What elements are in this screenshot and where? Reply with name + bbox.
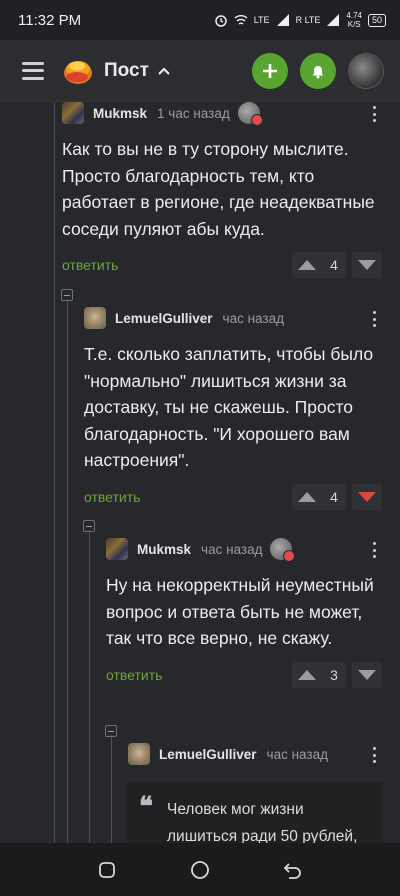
comment-actions: ответить 4: [84, 483, 382, 512]
vote-block: 4: [292, 483, 346, 510]
comments-thread: Mukmsk 1 час назад Как то вы не в ту сто…: [0, 102, 400, 843]
comment-text: Т.е. сколько заплатить, чтобы было "норм…: [84, 344, 374, 470]
user-avatar[interactable]: [106, 538, 128, 560]
upvote-icon[interactable]: [296, 668, 318, 682]
status-bar: 11:32 PM LTE R LTE 4.74 K/S 50: [0, 0, 400, 40]
vote-block: 4: [292, 252, 346, 278]
comment-author[interactable]: Mukmsk: [93, 106, 147, 121]
comment-author[interactable]: LemuelGulliver: [159, 747, 257, 762]
app-header: Пост: [0, 40, 400, 102]
comment: LemuelGulliver час назад Т.е. сколько за…: [84, 305, 382, 512]
thread-line: [54, 102, 55, 843]
reply-button[interactable]: ответить: [106, 667, 162, 683]
comment: Mukmsk 1 час назад Как то вы не в ту сто…: [62, 102, 382, 280]
comment-author[interactable]: Mukmsk: [137, 542, 191, 557]
back-button[interactable]: [283, 860, 303, 880]
recent-apps-button[interactable]: [97, 860, 117, 880]
award-icon[interactable]: [270, 538, 296, 562]
vote-block: 3: [292, 661, 346, 688]
downvote-button[interactable]: [352, 483, 382, 510]
signal-icon-2: [327, 14, 340, 26]
user-avatar[interactable]: [84, 307, 106, 329]
system-nav-bar: [0, 843, 400, 896]
upvote-icon[interactable]: [296, 490, 318, 504]
upvote-icon[interactable]: [296, 258, 318, 272]
comment-text: Как то вы не в ту сторону мыслите. Прост…: [62, 139, 375, 239]
wifi-icon: [234, 15, 248, 25]
notifications-button[interactable]: [300, 52, 336, 89]
thread-line: [111, 735, 112, 843]
net-speed-value: 4.74: [346, 11, 362, 20]
network-label-2: R LTE: [295, 15, 321, 25]
downvote-icon: [358, 491, 376, 502]
reply-button[interactable]: ответить: [62, 257, 118, 273]
net-speed-unit: K/S: [347, 20, 361, 29]
vote-count: 4: [330, 257, 338, 273]
more-menu-icon[interactable]: [366, 745, 382, 765]
alarm-icon: [214, 15, 227, 27]
comment-time[interactable]: 1 час назад: [157, 106, 230, 121]
reply-button[interactable]: ответить: [84, 489, 140, 505]
comment-actions: ответить 3: [106, 661, 382, 690]
comment-time[interactable]: час назад: [223, 311, 284, 326]
thread-line: [67, 299, 68, 843]
comment-text: Ну на некорректный неуместный вопрос и о…: [106, 575, 374, 648]
net-speed: 4.74 K/S: [346, 11, 362, 29]
back-icon: [284, 862, 302, 879]
network-label-1: LTE: [253, 15, 270, 25]
chevron-up-icon[interactable]: [157, 64, 171, 78]
plus-icon: [263, 63, 277, 78]
collapse-thread-button[interactable]: [61, 289, 73, 301]
thread-line: [89, 530, 90, 843]
vote-count: 4: [330, 488, 338, 505]
quote-block: ❝ Человек мог жизни лишиться ради 50 руб…: [127, 782, 383, 843]
more-menu-icon[interactable]: [366, 309, 382, 329]
signal-icon: [276, 14, 289, 26]
page-title[interactable]: Пост: [104, 60, 149, 82]
menu-icon[interactable]: [22, 61, 44, 80]
battery-indicator: 50: [367, 13, 386, 27]
bell-icon: [312, 65, 324, 78]
user-avatar[interactable]: [62, 102, 84, 124]
downvote-button[interactable]: [352, 252, 382, 278]
comment: Mukmsk час назад Ну на некорректный неум…: [106, 536, 382, 690]
home-button[interactable]: [190, 860, 210, 880]
collapse-thread-button[interactable]: [105, 725, 117, 737]
more-menu-icon[interactable]: [366, 104, 382, 124]
home-icon: [191, 860, 209, 879]
status-time: 11:32 PM: [18, 11, 82, 29]
profile-avatar[interactable]: [348, 52, 384, 89]
status-icons: LTE R LTE 4.74 K/S 50: [214, 11, 386, 29]
award-icon[interactable]: [237, 102, 263, 126]
comment-time[interactable]: час назад: [267, 747, 328, 762]
quote-text: Человек мог жизни лишиться ради 50 рубле…: [167, 801, 358, 843]
comment-time[interactable]: час назад: [201, 542, 262, 557]
comment: LemuelGulliver час назад: [128, 741, 382, 767]
comment-actions: ответить 4: [62, 252, 382, 280]
more-menu-icon[interactable]: [366, 540, 382, 560]
collapse-thread-button[interactable]: [83, 520, 95, 532]
downvote-button[interactable]: [352, 661, 382, 688]
recents-icon: [98, 861, 115, 878]
comment-author[interactable]: LemuelGulliver: [115, 311, 213, 326]
vote-count: 3: [330, 666, 338, 683]
downvote-icon: [358, 669, 376, 680]
user-avatar[interactable]: [128, 743, 150, 765]
downvote-icon: [358, 260, 376, 270]
quote-icon: ❝: [139, 792, 153, 822]
pikabu-logo[interactable]: [62, 55, 94, 87]
add-post-button[interactable]: [252, 52, 288, 89]
